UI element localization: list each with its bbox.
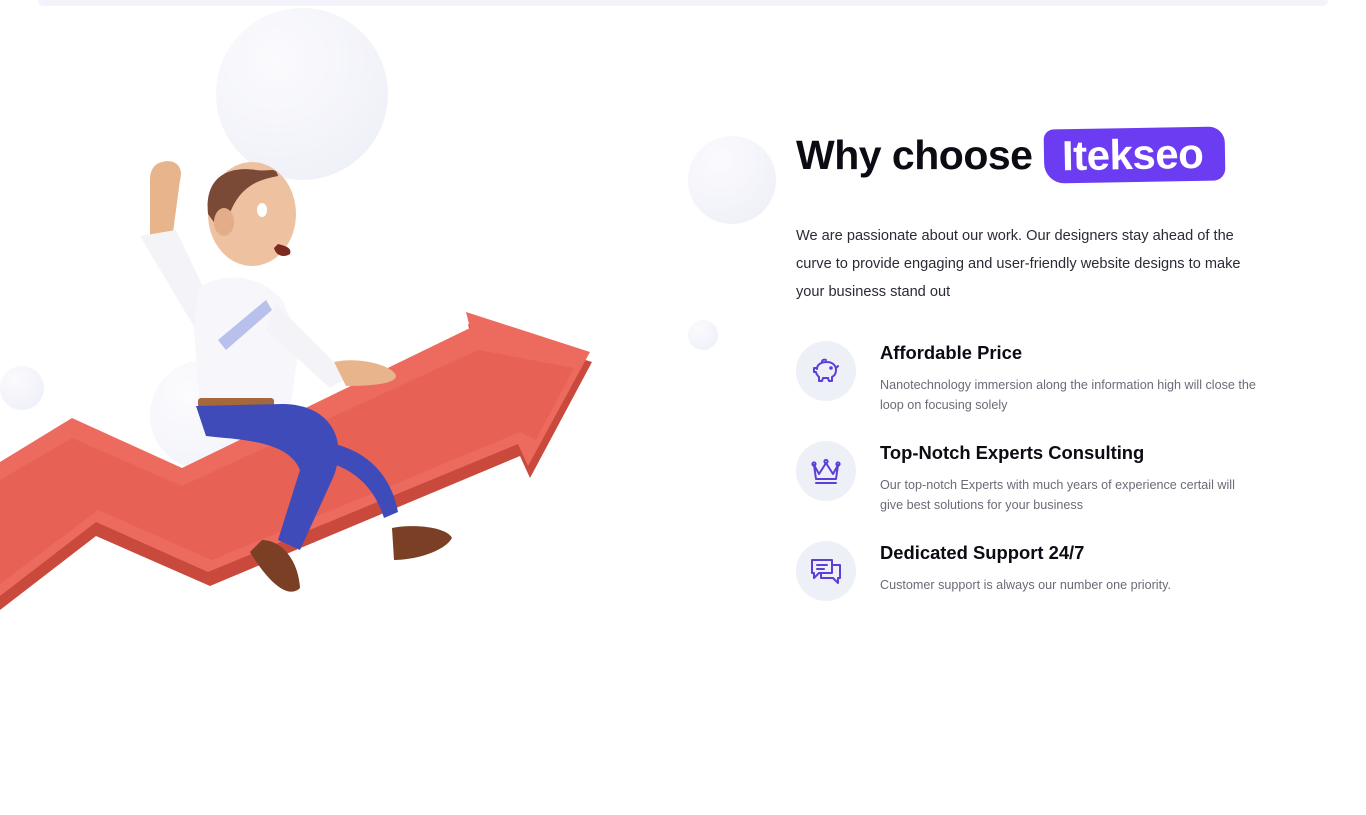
heading-prefix: Why choose (796, 131, 1033, 178)
feature-item-affordable-price: Affordable Price Nanotechnology immersio… (796, 341, 1266, 415)
crown-icon (796, 441, 856, 501)
hero-illustration (0, 161, 592, 610)
feature-title: Top-Notch Experts Consulting (880, 442, 1145, 463)
chat-bubbles-icon (796, 541, 856, 601)
feature-title: Dedicated Support 24/7 (880, 542, 1085, 563)
feature-list: Affordable Price Nanotechnology immersio… (796, 341, 1266, 601)
why-choose-section: Why choose Itekseo We are passionate abo… (796, 120, 1266, 639)
feature-item-experts-consulting: Top-Notch Experts Consulting Our top-not… (796, 441, 1266, 515)
top-section-edge (38, 0, 1328, 6)
section-heading: Why choose Itekseo (796, 120, 1266, 190)
decorative-bubble (688, 320, 718, 350)
brand-highlight: Itekseo (1044, 126, 1227, 184)
feature-description: Our top-notch Experts with much years of… (880, 478, 1235, 512)
feature-item-dedicated-support: Dedicated Support 24/7 Customer support … (796, 541, 1266, 601)
piggy-bank-icon (796, 341, 856, 401)
feature-description: Nanotechnology immersion along the infor… (880, 378, 1256, 412)
feature-title: Affordable Price (880, 342, 1023, 363)
section-intro: We are passionate about our work. Our de… (796, 228, 1241, 300)
decorative-bubble (688, 136, 776, 224)
feature-description: Customer support is always our number on… (880, 578, 1171, 592)
